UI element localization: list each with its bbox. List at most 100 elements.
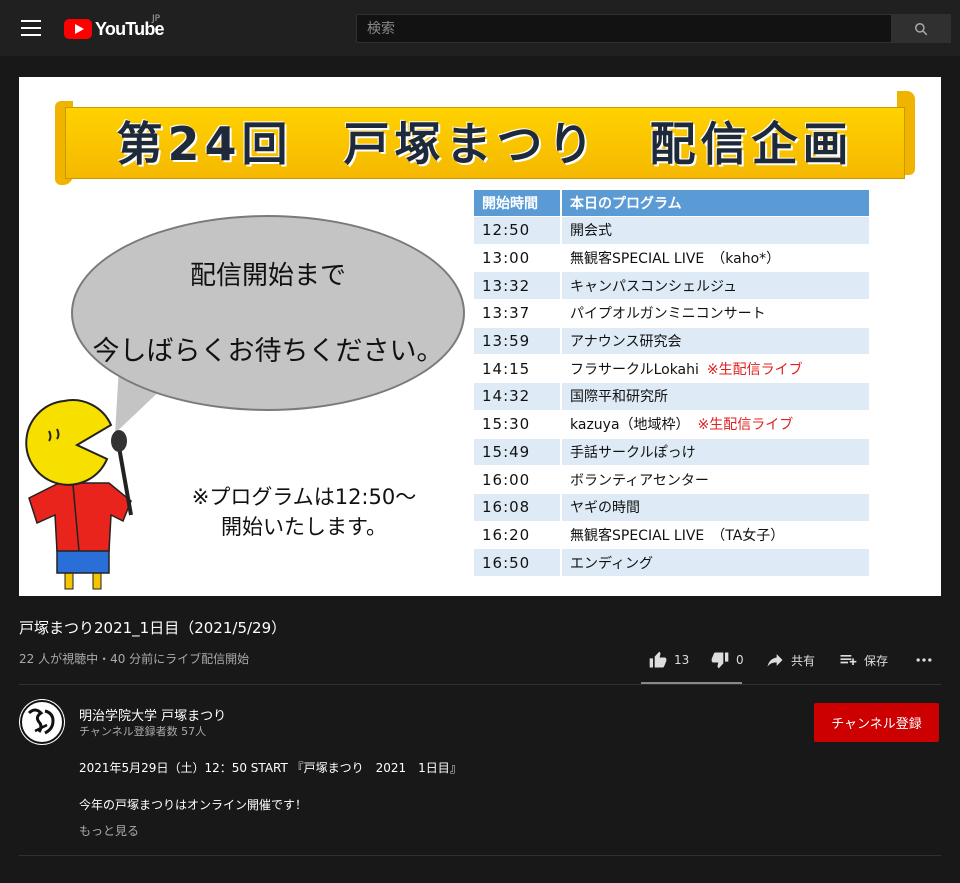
banner-title: 第24回 戸塚まつり 配信企画 [116, 117, 854, 171]
schedule-program-name: 国際平和研究所 [570, 389, 668, 406]
schedule-program: 無観客SPECIAL LIVE （kaho*） [562, 243, 871, 272]
schedule-row: 12:50 開会式 [474, 216, 871, 244]
bubble-text-line1: 配信開始まで [189, 261, 346, 291]
search-input[interactable] [356, 14, 892, 43]
save-button[interactable]: 保存 [838, 646, 888, 674]
schedule-program: キャンパスコンシェルジュ [562, 271, 871, 300]
schedule-time: 13:37 [474, 299, 562, 327]
schedule-row: 15:30 kazuya（地域枠） ※生配信ライブ [474, 409, 871, 438]
schedule-program-name: アナウンス研究会 [570, 334, 682, 351]
schedule-time: 14:32 [474, 382, 562, 410]
schedule-header-program: 本日のプログラム [562, 190, 871, 216]
schedule-program: パイプオルガンミニコンサート [562, 299, 871, 327]
program-note-line1: ※プログラムは12:50～ [191, 485, 417, 509]
schedule-program: 手話サークルぽっけ [562, 437, 871, 466]
schedule-row: 13:59 アナウンス研究会 [474, 326, 871, 355]
share-arrow-icon [767, 654, 783, 667]
save-label: 保存 [864, 653, 889, 668]
video-title: 戸塚まつり2021_1日目（2021/5/29） [19, 619, 287, 637]
schedule-time: 13:32 [474, 271, 562, 300]
schedule-program-name: 無観客SPECIAL LIVE （TA女子） [570, 527, 785, 544]
dislike-count: 0 [736, 653, 744, 667]
like-count: 13 [674, 653, 690, 667]
hamburger-icon[interactable] [21, 20, 41, 36]
bubble-text-line2: 今しばらくお待ちください。 [92, 336, 444, 367]
schedule-row: 13:00 無観客SPECIAL LIVE （kaho*） [474, 243, 871, 272]
schedule-program-name: フラサークルLokahi [570, 361, 699, 378]
schedule-row: 15:49 手話サークルぽっけ [474, 437, 871, 466]
schedule-program: 無観客SPECIAL LIVE （TA女子） [562, 520, 871, 549]
youtube-logo[interactable]: YouTube [64, 17, 165, 41]
view-count-meta: 22 人が視聴中・40 分前にライブ配信開始 [19, 652, 250, 666]
search-button[interactable] [891, 14, 951, 43]
schedule-time: 13:59 [474, 326, 562, 355]
schedule-program-name: パイプオルガンミニコンサート [570, 306, 766, 323]
description-line2: 今年の戸塚まつりはオンライン開催です！ [79, 798, 308, 812]
schedule-program-name: 無観客SPECIAL LIVE （kaho*） [570, 251, 781, 268]
channel-name[interactable]: 明治学院大学 戸塚まつり [79, 705, 226, 724]
show-more-button[interactable]: もっと見る [79, 822, 139, 839]
share-button[interactable]: 共有 [765, 646, 815, 674]
thumbs-up-icon [649, 651, 667, 668]
speech-bubble [71, 215, 465, 411]
schedule-row: 16:50 エンディング [474, 548, 871, 576]
schedule-program: アナウンス研究会 [562, 326, 871, 355]
schedule-row: 16:08 ヤギの時間 [474, 492, 871, 521]
action-bar: 13 0 共有 保存 [640, 646, 944, 674]
schedule-time: 16:50 [474, 548, 562, 576]
region-code: JP [152, 14, 161, 24]
channel-avatar[interactable] [19, 699, 65, 745]
schedule-program-name: ヤギの時間 [570, 500, 640, 517]
title-banner: 第24回 戸塚まつり 配信企画 [55, 91, 915, 185]
schedule-time: 16:20 [474, 520, 562, 549]
schedule-program: エンディング [562, 548, 871, 576]
schedule-time: 12:50 [474, 216, 562, 244]
schedule-time: 15:49 [474, 437, 562, 466]
mascot-illustration [25, 399, 133, 590]
play-logo-icon [64, 19, 92, 39]
playlist-add-icon [840, 655, 857, 665]
schedule-program-name: 手話サークルぽっけ [570, 444, 696, 461]
description-line1: 2021年5月29日（土）12：50 START 『戸塚まつり 2021 1日目… [79, 761, 462, 775]
schedule-program: kazuya（地域枠） ※生配信ライブ [562, 409, 871, 438]
schedule-time: 16:00 [474, 465, 562, 493]
schedule-program-name: キャンパスコンシェルジュ [570, 278, 738, 295]
channel-logo-icon [20, 700, 64, 744]
schedule-row: 16:20 無観客SPECIAL LIVE （TA女子） [474, 520, 871, 549]
more-actions-button[interactable] [914, 646, 940, 674]
thumbs-down-icon [711, 652, 729, 669]
video-player[interactable]: 第24回 戸塚まつり 配信企画 配信開始まで 今しばらくお待ちください。 ※プロ… [19, 77, 941, 596]
masthead: YouTube JP [0, 0, 960, 56]
schedule-row: 16:00 ボランティアセンター [474, 465, 871, 493]
schedule-program-name: 開会式 [570, 223, 612, 240]
schedule-row: 14:15 フラサークルLokahi ※生配信ライブ [474, 354, 871, 383]
divider [19, 855, 941, 856]
schedule-program-name: エンディング [570, 555, 654, 572]
schedule-program: ボランティアセンター [562, 465, 871, 493]
schedule-row: 14:32 国際平和研究所 [474, 382, 871, 410]
program-note-line2: 開始いたします。 [221, 515, 387, 539]
schedule-time: 14:15 [474, 354, 562, 383]
schedule-program: 国際平和研究所 [562, 382, 871, 410]
schedule-row: 13:37 パイプオルガンミニコンサート [474, 299, 871, 327]
schedule-table: 開始時間 本日のプログラム 12:50 開会式 13:00 無観客SPECIAL LI… [474, 190, 871, 576]
like-button[interactable]: 13 [648, 646, 689, 674]
dislike-button[interactable]: 0 [710, 646, 744, 674]
live-stream-note: ※生配信ライブ [706, 361, 803, 378]
schedule-header-row: 開始時間 本日のプログラム [474, 190, 871, 216]
schedule-time: 13:00 [474, 243, 562, 272]
subscribe-button[interactable]: チャンネル登録 [814, 703, 939, 742]
more-horiz-icon [916, 658, 932, 662]
search-icon [915, 23, 928, 36]
schedule-time: 15:30 [474, 409, 562, 438]
schedule-program-name: ボランティアセンター [570, 472, 709, 489]
schedule-program-name: kazuya（地域枠） [570, 417, 690, 434]
schedule-time: 16:08 [474, 492, 562, 521]
share-label: 共有 [791, 653, 816, 668]
schedule-program: ヤギの時間 [562, 492, 871, 521]
schedule-row: 13:32 キャンパスコンシェルジュ [474, 271, 871, 300]
divider [19, 684, 941, 685]
subscriber-count: チャンネル登録者数 57人 [79, 725, 207, 738]
live-stream-note: ※生配信ライブ [697, 417, 794, 434]
schedule-header-time: 開始時間 [474, 190, 562, 216]
